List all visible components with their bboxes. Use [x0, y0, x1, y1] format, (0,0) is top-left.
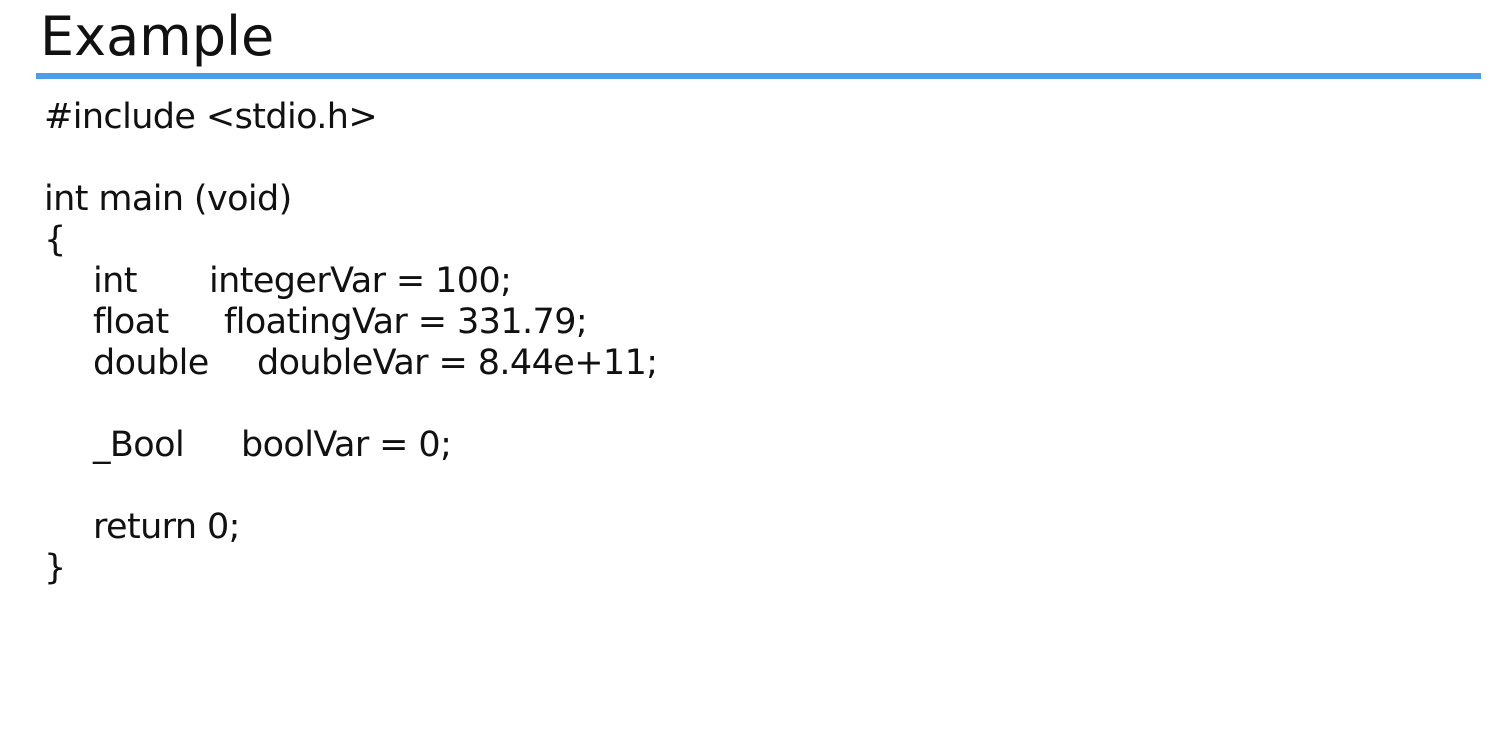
code-line-include: #include <stdio.h>	[44, 97, 378, 137]
declaration-statement: doubleVar = 8.44e+11;	[257, 343, 658, 383]
code-line-close-brace: }	[44, 548, 66, 588]
type-keyword: double	[93, 343, 209, 383]
code-line-int-declaration: int integerVar = 100;	[93, 261, 993, 302]
slide: Example #include <stdio.h> int main (voi…	[0, 0, 1510, 731]
code-line-double-declaration: double doubleVar = 8.44e+11;	[93, 343, 993, 384]
slide-title: Example	[40, 5, 275, 68]
code-line-open-brace: {	[44, 220, 66, 260]
type-keyword: _Bool	[93, 425, 185, 465]
declaration-statement: floatingVar = 331.79;	[224, 302, 588, 342]
code-line-bool-declaration: _Bool boolVar = 0;	[93, 425, 993, 466]
type-keyword: int	[93, 261, 137, 301]
code-line-return: return 0;	[93, 507, 240, 547]
declaration-statement: integerVar = 100;	[209, 261, 512, 301]
code-line-main-signature: int main (void)	[44, 179, 292, 219]
type-keyword: float	[93, 302, 169, 342]
code-line-float-declaration: float floatingVar = 331.79;	[93, 302, 993, 343]
title-underline	[36, 73, 1481, 79]
declaration-statement: boolVar = 0;	[241, 425, 452, 465]
